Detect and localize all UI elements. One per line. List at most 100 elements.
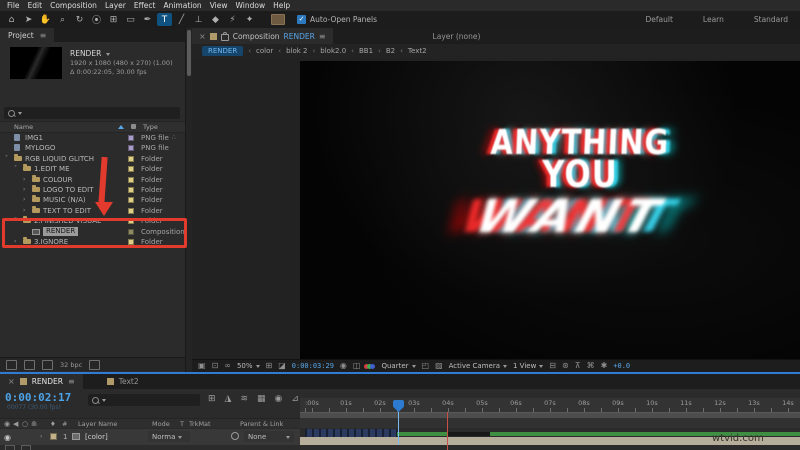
menu-composition[interactable]: Composition	[46, 0, 101, 11]
mask-visibility-icon[interactable]: ◪	[278, 360, 286, 372]
menu-animation[interactable]: Animation	[159, 0, 205, 11]
parent-link-select[interactable]: None	[244, 431, 294, 442]
layer-row-color[interactable]: ◉ › 1 [color] Norma None	[0, 428, 300, 445]
home-tool-icon[interactable]: ⌂	[4, 13, 19, 26]
motion-blur-icon[interactable]: ◉	[275, 394, 283, 404]
pen-tool-icon[interactable]: ✒	[140, 13, 155, 26]
menu-file[interactable]: File	[3, 0, 24, 11]
graph-editor-icon[interactable]: ⊿	[291, 394, 299, 404]
auto-open-checkbox[interactable]: ✓	[297, 15, 306, 24]
timeline-search-input[interactable]	[88, 394, 200, 406]
label-color-swatch[interactable]	[128, 135, 134, 141]
trash-icon[interactable]	[89, 359, 101, 370]
workspace-standard[interactable]: Standard	[754, 15, 788, 24]
layer-name[interactable]: [color]	[85, 433, 108, 441]
adjust-exposure-icon[interactable]: ✱	[601, 360, 608, 372]
twirl-open-icon[interactable]: ˅	[14, 165, 17, 172]
tab-timeline-text2[interactable]: Text2	[99, 374, 147, 389]
label-color-column-icon[interactable]	[131, 124, 136, 129]
camera-select[interactable]: Active Camera	[449, 362, 507, 370]
new-folder-icon[interactable]	[24, 359, 35, 370]
exposure-value[interactable]: +0.0	[613, 362, 630, 370]
label-color-swatch[interactable]	[128, 145, 134, 152]
eye-icon[interactable]: ◉	[4, 433, 11, 442]
interpret-footage-icon[interactable]	[6, 359, 17, 370]
rotation-tool-icon[interactable]: ↻	[72, 13, 87, 26]
view-layout-select[interactable]: 1 View	[513, 362, 544, 370]
draft-3d-icon[interactable]: ◮	[225, 394, 232, 404]
eraser-tool-icon[interactable]: ◆	[208, 13, 223, 26]
pickwhip-icon[interactable]	[231, 432, 239, 440]
fast-previews-icon[interactable]: ⊛	[562, 360, 569, 372]
project-item-rgb-liquid-glitch[interactable]: ˅ RGB LIQUID GLITCH Folder	[0, 153, 185, 164]
type-tool-icon[interactable]: T	[157, 13, 172, 26]
puppet-pin-tool-icon[interactable]: ✦	[242, 13, 257, 26]
preview-timecode[interactable]: 0:00:03:29	[292, 362, 334, 370]
region-of-interest-icon[interactable]: ◰	[422, 360, 430, 372]
pixel-aspect-icon[interactable]: ⊟	[549, 360, 556, 372]
project-item-1-edit-me[interactable]: ˅ 1.EDIT ME Folder	[0, 164, 185, 174]
tab-project[interactable]: Project ≡	[0, 28, 55, 42]
project-item-img1[interactable]: IMG1 PNG file ∴	[0, 133, 185, 143]
shape-tool-icon[interactable]: ▭	[123, 13, 138, 26]
breadcrumb-blok2-0[interactable]: blok2.0	[320, 47, 346, 55]
menu-effect[interactable]: Effect	[130, 0, 160, 11]
timeline-bottom-toggles[interactable]	[5, 445, 31, 450]
main-viewer-icon[interactable]: ⊡	[212, 360, 219, 372]
pan-behind-tool-icon[interactable]: ⊞	[106, 13, 121, 26]
new-composition-icon[interactable]	[42, 359, 53, 370]
camera-tool-icon[interactable]: ⦿	[89, 13, 104, 26]
vr-view-icon[interactable]: ∞	[224, 360, 231, 372]
project-item-music-n-a-[interactable]: › MUSIC (N/A) Folder	[0, 195, 185, 205]
breadcrumb-blok-2[interactable]: blok 2	[286, 47, 307, 55]
project-item-text-to-edit[interactable]: › TEXT TO EDIT Folder	[0, 205, 185, 216]
label-color-swatch[interactable]	[128, 176, 134, 183]
twirl-open-icon[interactable]: ˅	[5, 155, 8, 162]
breadcrumb-bb1[interactable]: BB1	[359, 47, 373, 55]
twirl-icon[interactable]: ›	[40, 433, 42, 440]
project-item-mylogo[interactable]: MYLOGO PNG file	[0, 143, 185, 153]
shy-layers-icon[interactable]: ≋	[240, 394, 248, 404]
tab-layer-none[interactable]: Layer (none)	[433, 28, 481, 44]
menu-window[interactable]: Window	[232, 0, 270, 11]
panel-menu-icon[interactable]: ≡	[319, 32, 326, 41]
layer-label-swatch[interactable]	[50, 433, 57, 440]
menu-view[interactable]: View	[206, 0, 232, 11]
time-ruler[interactable]: :00s 01s 02s 03s 04s 05s 06s 07s 08s 09s 10s 11s 12s…	[300, 398, 800, 413]
grid-guides-icon[interactable]: ⊞	[266, 360, 273, 372]
panel-menu-icon[interactable]: ≡	[40, 31, 47, 40]
show-channel-icon[interactable]	[364, 363, 376, 369]
panel-divider-highlight[interactable]	[0, 372, 800, 374]
breadcrumb-b2[interactable]: B2	[386, 47, 395, 55]
selection-tool-icon[interactable]: ➤	[21, 13, 36, 26]
lock-icon[interactable]	[220, 31, 229, 41]
comp-flowchart-icon[interactable]: ⊞	[208, 394, 216, 404]
show-snapshot-icon[interactable]: ◫	[353, 360, 361, 372]
zoom-tool-icon[interactable]: ⌕	[55, 13, 70, 26]
panel-menu-icon[interactable]: ≡	[68, 377, 75, 386]
project-item-logo-to-edit[interactable]: › LOGO TO EDIT Folder	[0, 185, 185, 195]
scrollbar-thumb[interactable]	[187, 30, 191, 76]
menu-layer[interactable]: Layer	[101, 0, 130, 11]
close-icon[interactable]: ×	[199, 32, 206, 41]
hand-tool-icon[interactable]: ✋	[38, 13, 53, 26]
tab-composition-render[interactable]: × Composition RENDER ≡	[192, 28, 333, 44]
column-name[interactable]: Name	[14, 123, 33, 131]
clone-stamp-tool-icon[interactable]: ⊥	[191, 13, 206, 26]
magnification-select[interactable]: 50%	[237, 362, 260, 370]
timeline-button-icon[interactable]: ⊼	[575, 360, 581, 372]
label-color-swatch[interactable]	[128, 155, 134, 162]
project-search-input[interactable]	[4, 107, 180, 119]
breadcrumb-color[interactable]: color	[256, 47, 273, 55]
twirl-closed-icon[interactable]: ›	[23, 196, 25, 203]
project-item-colour[interactable]: › COLOUR Folder	[0, 174, 185, 185]
project-bit-depth[interactable]: 32 bpc	[60, 361, 82, 369]
twirl-closed-icon[interactable]: ›	[23, 186, 25, 193]
workspace-learn[interactable]: Learn	[703, 15, 724, 24]
close-icon[interactable]: ×	[8, 377, 15, 386]
frame-blending-icon[interactable]: ▦	[257, 394, 266, 404]
resolution-select[interactable]: Quarter	[381, 362, 416, 370]
breadcrumb-text2[interactable]: Text2	[408, 47, 427, 55]
composition-canvas[interactable]: ANYTHING YOU WANT	[300, 61, 800, 359]
column-type[interactable]: Type	[143, 123, 158, 131]
